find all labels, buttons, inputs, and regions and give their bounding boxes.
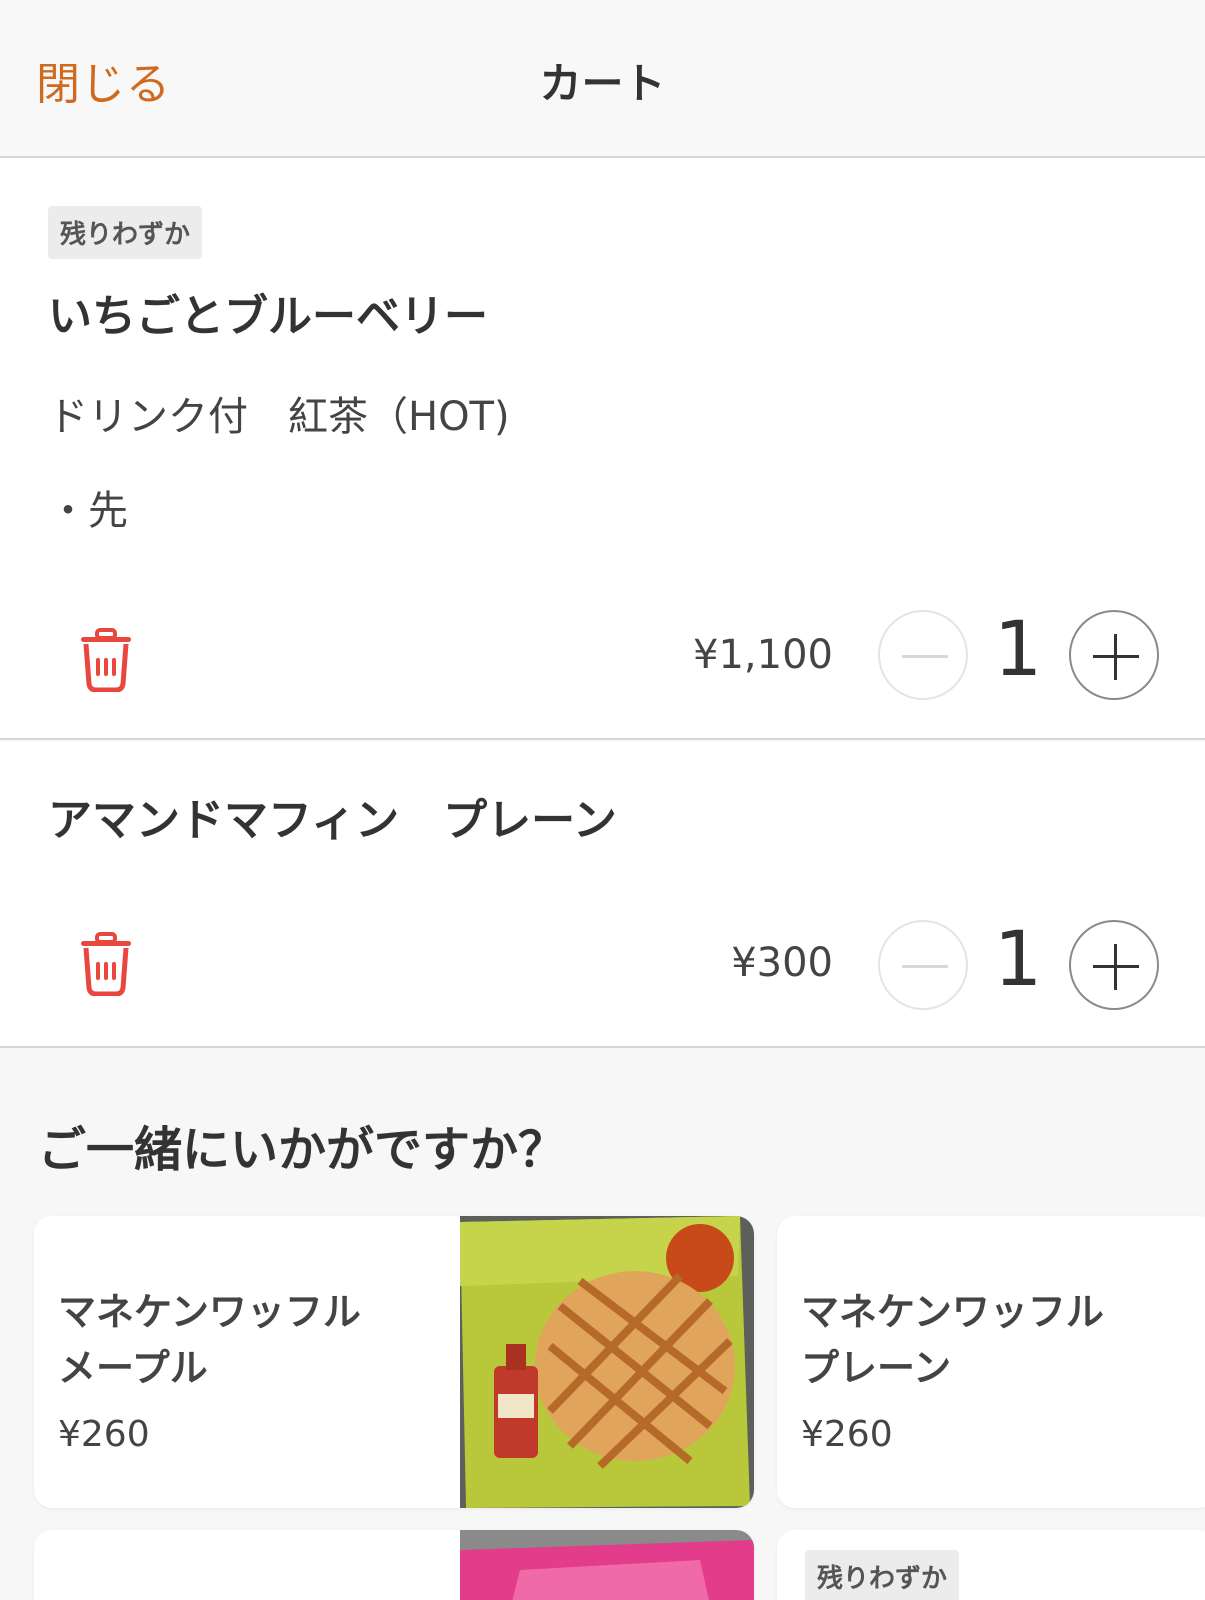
recommendation-name-line: メープル: [58, 1346, 208, 1390]
recommendation-price: ¥260: [58, 1414, 150, 1455]
item-name: アマンドマフィン プレーン: [48, 795, 617, 846]
item-name: いちごとブルーベリー: [48, 291, 488, 342]
item-price: ¥1,100: [693, 632, 833, 678]
recommendation-name: マネケンワッフル メープル: [58, 1284, 458, 1396]
header-bar: 閉じる カート: [0, 0, 1205, 158]
quantity-value: 1: [993, 914, 1043, 1003]
low-stock-badge: 残りわずか: [805, 1550, 960, 1600]
recommendation-card[interactable]: マネケンワッフル メープル ¥260: [34, 1216, 754, 1508]
decrease-quantity-button[interactable]: [878, 610, 968, 700]
cart-item: アマンドマフィン プレーン ¥300 1: [0, 742, 1205, 1048]
recommendation-card[interactable]: マネケンワッフル プレーン ¥260: [777, 1216, 1205, 1508]
cart-item: 残りわずか いちごとブルーベリー ドリンク付 紅茶（HOT) ・先 ¥1,100…: [0, 158, 1205, 740]
trash-icon[interactable]: [78, 932, 134, 996]
plus-icon-vertical: [1114, 634, 1117, 680]
recommendation-name-line: マネケンワッフル: [801, 1290, 1104, 1334]
page-title: カート: [539, 59, 666, 108]
item-option: ドリンク付 紅茶（HOT): [48, 394, 510, 440]
recommendation-price: ¥260: [801, 1414, 893, 1455]
minus-icon: [902, 655, 948, 658]
quantity-value: 1: [993, 604, 1043, 693]
recommendation-name-line: マネケンワッフル: [58, 1290, 361, 1334]
waffle-product-image: [460, 1216, 754, 1508]
recommendation-name: マネケンワッフル プレーン: [801, 1284, 1201, 1396]
plus-icon-vertical: [1114, 944, 1117, 990]
item-option: ・先: [48, 488, 128, 534]
recommendation-card[interactable]: [34, 1530, 754, 1600]
trash-icon[interactable]: [78, 628, 134, 692]
increase-quantity-button[interactable]: [1069, 920, 1159, 1010]
minus-icon: [902, 965, 948, 968]
product-image: [460, 1530, 754, 1600]
cart-screen: 閉じる カート 残りわずか いちごとブルーベリー ドリンク付 紅茶（HOT) ・…: [0, 0, 1205, 1600]
decrease-quantity-button[interactable]: [878, 920, 968, 1010]
recommendation-name-line: プレーン: [801, 1346, 952, 1390]
increase-quantity-button[interactable]: [1069, 610, 1159, 700]
low-stock-badge: 残りわずか: [48, 206, 203, 259]
recommendations-title: ご一緒にいかがですか？: [38, 1122, 567, 1178]
recommendation-card[interactable]: 残りわずか: [777, 1530, 1205, 1600]
item-price: ¥300: [731, 940, 833, 986]
